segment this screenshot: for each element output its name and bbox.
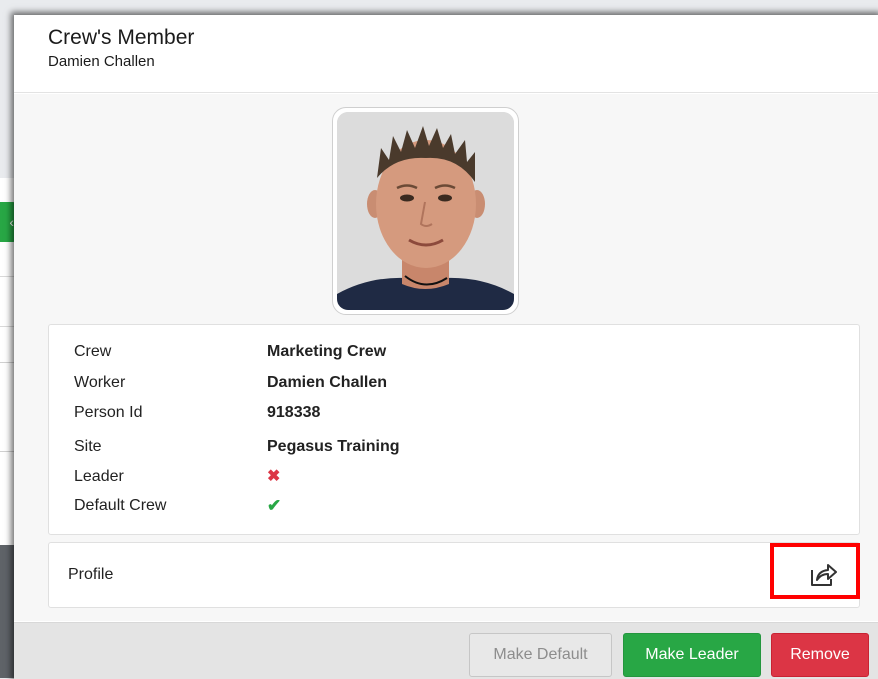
crew-member-modal: Crew's Member Damien Challen Crew Market… (14, 15, 878, 679)
detail-label: Site (74, 438, 102, 455)
modal-header: Crew's Member Damien Challen (14, 15, 878, 93)
modal-subtitle: Damien Challen (48, 53, 155, 70)
modal-footer: Make Default Make Leader Remove (14, 622, 878, 679)
remove-button[interactable]: Remove (771, 633, 869, 677)
detail-value: Pegasus Training (267, 438, 400, 455)
make-default-button[interactable]: Make Default (469, 633, 612, 677)
profile-label: Profile (68, 566, 114, 583)
detail-value: Damien Challen (267, 374, 388, 391)
photo-image (337, 112, 514, 310)
detail-label: Person Id (74, 404, 143, 421)
make-leader-button[interactable]: Make Leader (623, 633, 761, 677)
modal-body: Crew Marketing Crew Worker Damien Challe… (14, 94, 878, 621)
check-icon: ✔ (267, 496, 282, 515)
detail-label: Worker (74, 374, 126, 391)
detail-label: Crew (74, 343, 112, 360)
detail-value: Marketing Crew (267, 343, 387, 360)
profile-card: Profile (48, 542, 860, 608)
share-icon[interactable] (809, 560, 837, 588)
member-details-card: Crew Marketing Crew Worker Damien Challe… (48, 324, 860, 535)
detail-label: Default Crew (74, 497, 167, 514)
person-portrait-icon (337, 112, 514, 310)
x-icon: ✖ (267, 468, 281, 485)
detail-label: Leader (74, 468, 124, 485)
modal-title: Crew's Member (48, 26, 195, 49)
member-photo (332, 107, 519, 315)
detail-value: 918338 (267, 404, 321, 421)
